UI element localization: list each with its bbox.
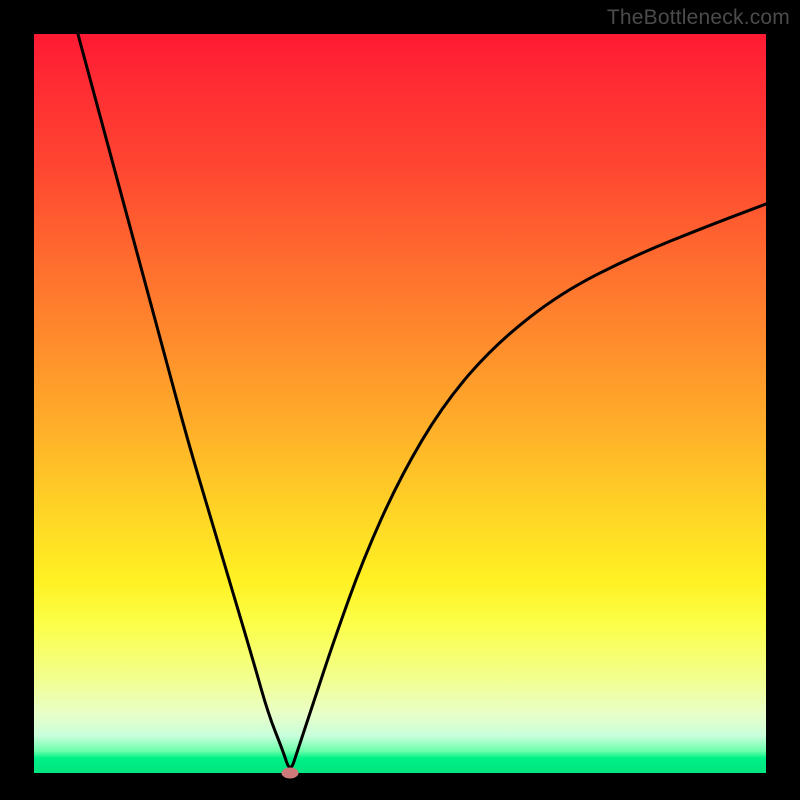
minimum-marker: [282, 768, 299, 779]
attribution-label: TheBottleneck.com: [607, 6, 790, 30]
curve-overlay: [34, 34, 766, 773]
plot-area: [34, 34, 766, 773]
figure-root: TheBottleneck.com: [0, 0, 800, 800]
bottleneck-curve: [78, 34, 766, 767]
